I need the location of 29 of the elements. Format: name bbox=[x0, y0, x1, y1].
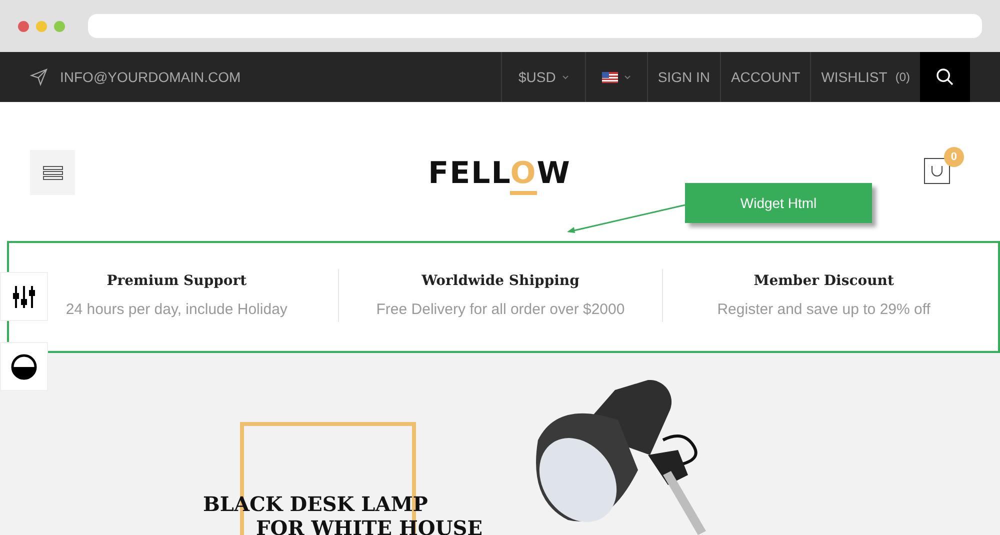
feature-title: Member Discount bbox=[754, 272, 894, 288]
feature-text: 24 hours per day, include Holiday bbox=[66, 300, 288, 318]
top-link[interactable]: SIGN IN bbox=[646, 52, 720, 102]
caret-icon bbox=[624, 74, 631, 80]
paper-plane-icon bbox=[30, 68, 48, 86]
feature-text: Free Delivery for all order over $2000 bbox=[376, 300, 625, 318]
settings-button[interactable] bbox=[0, 272, 48, 321]
theme-button[interactable] bbox=[0, 342, 48, 391]
minimize-dot[interactable] bbox=[36, 20, 47, 32]
cart-count-badge: 0 bbox=[944, 147, 964, 167]
annotation-label: Widget Html bbox=[685, 183, 872, 223]
close-dot[interactable] bbox=[18, 20, 29, 32]
bag-icon bbox=[930, 165, 944, 177]
flag-icon bbox=[602, 72, 618, 82]
feature-title: Premium Support bbox=[106, 272, 247, 288]
search-button[interactable] bbox=[920, 52, 970, 102]
top-link[interactable]: ACCOUNT bbox=[720, 52, 810, 102]
menu-icon bbox=[42, 166, 62, 180]
currency-dropdown[interactable]: $USD bbox=[501, 52, 585, 102]
half-circle-icon bbox=[11, 354, 37, 380]
search-icon bbox=[935, 67, 955, 87]
menu-button[interactable] bbox=[30, 150, 75, 195]
sliders-icon bbox=[11, 284, 37, 310]
feature-title: Worldwide Shipping bbox=[422, 272, 580, 288]
cart-button[interactable] bbox=[924, 158, 950, 184]
maximize-dot[interactable] bbox=[54, 20, 65, 32]
caret-icon bbox=[562, 74, 569, 80]
feature-text: Register and save up to 29% off bbox=[717, 300, 930, 318]
email-text: INFO@YOURDOMAIN.COM bbox=[60, 69, 241, 85]
